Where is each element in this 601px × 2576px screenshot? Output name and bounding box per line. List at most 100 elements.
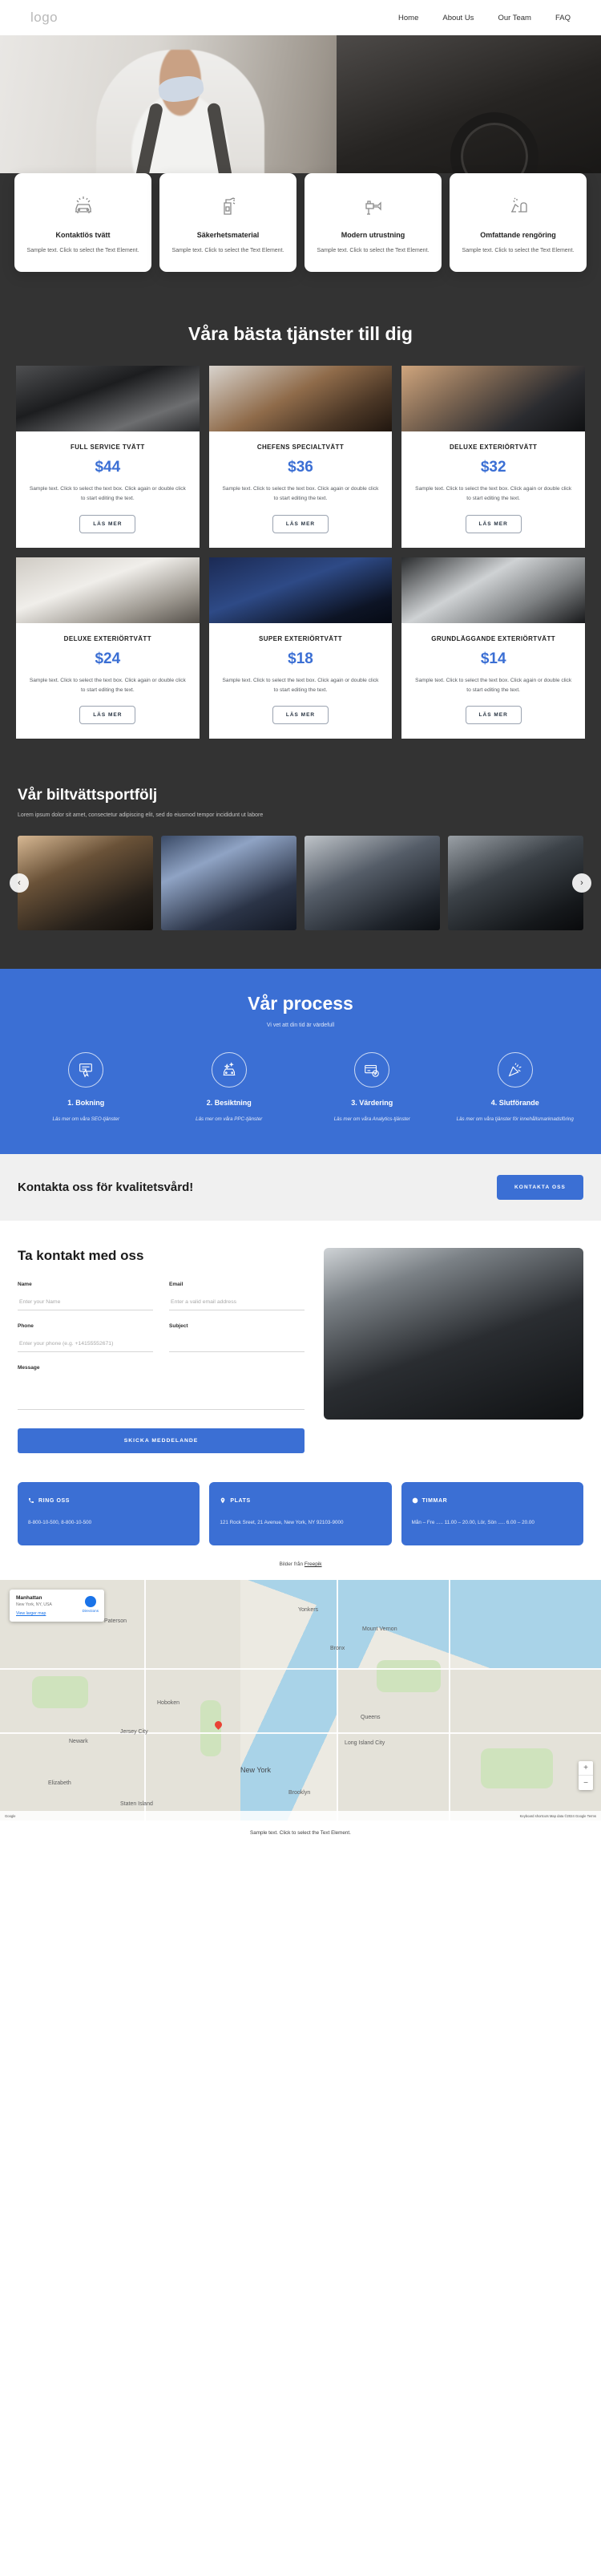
map-park xyxy=(377,1660,441,1693)
info-box-hours: TIMMAR Mån – Fre ..... 11.00 – 20.00, Lö… xyxy=(401,1482,583,1546)
service-read-more-button[interactable]: LÄS MER xyxy=(79,514,136,533)
map-label-brooklyn: Brooklyn xyxy=(288,1790,311,1796)
map-zoom-out-button[interactable]: − xyxy=(579,1776,593,1790)
feature-title: Omfattande rengöring xyxy=(480,231,556,239)
phone-input[interactable] xyxy=(18,1338,154,1353)
map-road xyxy=(337,1580,338,1821)
feature-card-modern-equipment[interactable]: Modern utrustning Sample text. Click to … xyxy=(305,173,442,273)
map-road xyxy=(144,1580,146,1821)
feature-title: Säkerhetsmaterial xyxy=(196,231,260,239)
contact-car-photo xyxy=(324,1248,583,1420)
map-info-card[interactable]: Manhattan New York, NY, USA View larger … xyxy=(10,1590,104,1622)
process-step-name: 3. Värdering xyxy=(351,1099,393,1107)
process-step-valuation: 3. Värdering Läs mer om våra Analytics-t… xyxy=(300,1052,444,1124)
portfolio-item[interactable] xyxy=(18,836,153,930)
service-image xyxy=(401,366,585,432)
portfolio-item[interactable] xyxy=(305,836,440,930)
carousel-next-icon[interactable]: › xyxy=(572,873,591,893)
service-read-more-button[interactable]: LÄS MER xyxy=(465,706,522,724)
cta-banner: Kontakta oss för kvalitetsvård! KONTAKTA… xyxy=(0,1154,601,1221)
service-card[interactable]: SUPER EXTERIÖRTVÄTT $18 Sample text. Cli… xyxy=(208,557,393,739)
carousel-prev-icon[interactable]: ‹ xyxy=(10,873,29,893)
cta-contact-button[interactable]: KONTAKTA OSS xyxy=(497,1175,583,1201)
service-read-more-button[interactable]: LÄS MER xyxy=(272,514,329,533)
service-read-more-button[interactable]: LÄS MER xyxy=(79,706,136,724)
service-read-more-button[interactable]: LÄS MER xyxy=(465,514,522,533)
field-phone: Phone xyxy=(18,1323,154,1353)
confetti-icon xyxy=(497,1052,533,1088)
feature-card-comprehensive-cleaning[interactable]: Omfattande rengöring Sample text. Click … xyxy=(450,173,587,273)
service-price: $36 xyxy=(288,459,313,476)
process-step-description[interactable]: Läs mer om våra SEO-tjänster xyxy=(21,1115,151,1124)
service-price: $24 xyxy=(95,650,121,667)
map-zoom-in-button[interactable]: + xyxy=(579,1761,593,1776)
portfolio-item[interactable] xyxy=(161,836,296,930)
map-label-staten-island: Staten Island xyxy=(120,1801,153,1808)
info-text: 8-800-10-500, 8-800-10-500 xyxy=(28,1520,92,1526)
process-step-completion: 4. Slutförande Läs mer om våra tjänster … xyxy=(444,1052,587,1124)
location-pin-icon xyxy=(220,1493,226,1508)
map-label-elizabeth: Elizabeth xyxy=(48,1780,71,1787)
service-card[interactable]: FULL SERVICE TVÄTT $44 Sample text. Clic… xyxy=(16,366,200,548)
site-header: logo Home About Us Our Team FAQ xyxy=(0,0,601,35)
send-message-button[interactable]: SKICKA MEDDELANDE xyxy=(18,1428,305,1454)
service-name: DELUXE EXTERIÖRTVÄTT xyxy=(63,634,151,642)
nav-item-about-us[interactable]: About Us xyxy=(442,14,474,22)
service-card[interactable]: DELUXE EXTERIÖRTVÄTT $32 Sample text. Cl… xyxy=(401,366,585,548)
map-park xyxy=(481,1748,553,1789)
portfolio-carousel: ‹ › xyxy=(0,836,601,930)
subject-input[interactable] xyxy=(169,1338,305,1353)
process-section: Vår process Vi vet att din tid är värdef… xyxy=(0,969,601,1155)
process-step-description[interactable]: Läs mer om våra PPC-tjänster xyxy=(164,1115,295,1124)
info-label: PLATS xyxy=(230,1497,251,1504)
vacuum-seat-icon xyxy=(459,191,577,221)
map-label-yonkers: Yonkers xyxy=(298,1607,319,1614)
service-name: SUPER EXTERIÖRTVÄTT xyxy=(258,634,343,642)
process-step-description[interactable]: Läs mer om våra Analytics-tjänster xyxy=(307,1115,438,1124)
features-section: Kontaktlös tvätt Sample text. Click to s… xyxy=(0,173,601,300)
service-description: Sample text. Click to select the text bo… xyxy=(222,677,379,693)
name-label: Name xyxy=(18,1282,32,1288)
service-name: GRUNDLÄGGANDE EXTERIÖRTVÄTT xyxy=(431,634,556,642)
clock-icon xyxy=(412,1493,418,1508)
site-logo[interactable]: logo xyxy=(30,10,58,26)
feature-card-contactless-wash[interactable]: Kontaktlös tvätt Sample text. Click to s… xyxy=(14,173,151,273)
map-label-new-york: New York xyxy=(240,1766,272,1775)
process-step-name: 4. Slutförande xyxy=(490,1099,539,1107)
map-label-bronx: Bronx xyxy=(330,1646,345,1652)
email-input[interactable] xyxy=(169,1296,305,1311)
feature-title: Modern utrustning xyxy=(341,231,405,239)
nav-item-our-team[interactable]: Our Team xyxy=(498,14,531,22)
nav-item-faq[interactable]: FAQ xyxy=(555,14,571,22)
map-label-long-island-city: Long Island City xyxy=(345,1740,385,1747)
info-label: TIMMAR xyxy=(422,1497,448,1504)
phone-label: Phone xyxy=(18,1323,34,1330)
feature-card-safety-materials[interactable]: Säkerhetsmaterial Sample text. Click to … xyxy=(159,173,296,273)
service-card[interactable]: GRUNDLÄGGANDE EXTERIÖRTVÄTT $14 Sample t… xyxy=(401,557,585,739)
field-message: Message xyxy=(18,1365,305,1414)
service-description: Sample text. Click to select the text bo… xyxy=(415,677,572,693)
nav-item-home[interactable]: Home xyxy=(398,14,418,22)
service-description: Sample text. Click to select the text bo… xyxy=(29,677,186,693)
map-embed[interactable]: Manhattan New York, NY, USA View larger … xyxy=(0,1580,601,1821)
service-card[interactable]: CHEFENS SPECIALTVÄTT $36 Sample text. Cl… xyxy=(208,366,393,548)
name-input[interactable] xyxy=(18,1296,154,1311)
message-textarea[interactable] xyxy=(18,1376,305,1411)
service-image xyxy=(16,366,200,432)
service-card[interactable]: DELUXE EXTERIÖRTVÄTT $24 Sample text. Cl… xyxy=(16,557,200,739)
map-road xyxy=(449,1580,450,1821)
service-description: Sample text. Click to select the text bo… xyxy=(29,486,186,502)
portfolio-section: Vår biltvättsportfölj Lorem ipsum dolor … xyxy=(0,772,601,969)
map-directions-button[interactable]: Directions xyxy=(83,1596,99,1613)
service-price: $18 xyxy=(288,650,313,667)
cta-heading: Kontakta oss för kvalitetsvård! xyxy=(18,1181,194,1195)
credit-link[interactable]: Freepik xyxy=(305,1561,322,1567)
map-label-mount-vernon: Mount Vernon xyxy=(362,1626,397,1633)
field-email: Email xyxy=(169,1282,305,1311)
process-step-description[interactable]: Läs mer om våra tjänster för innehållsma… xyxy=(450,1115,581,1124)
service-read-more-button[interactable]: LÄS MER xyxy=(272,706,329,724)
process-step-name: 1. Bokning xyxy=(67,1099,105,1107)
feature-description: Sample text. Click to select the Text El… xyxy=(462,248,575,253)
portfolio-heading: Vår biltvättsportfölj xyxy=(18,787,158,804)
portfolio-item[interactable] xyxy=(448,836,583,930)
